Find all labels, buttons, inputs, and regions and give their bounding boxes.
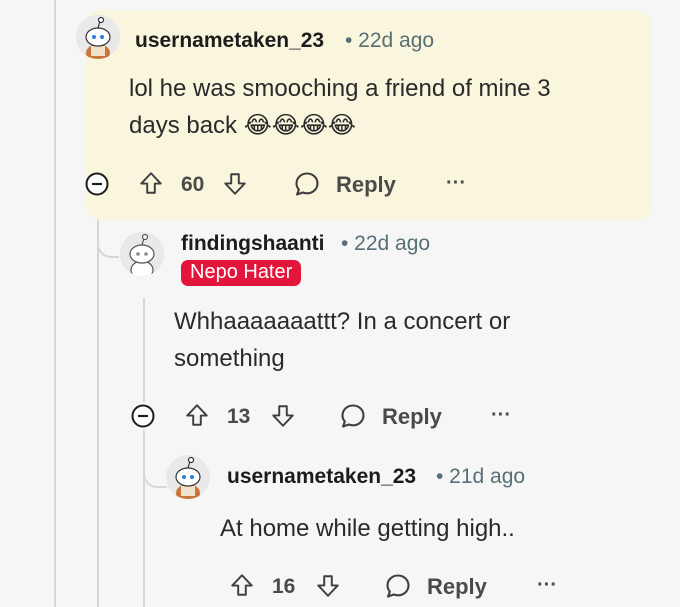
comment-body: Whhaaaaaaattt? In a concert or something (174, 303, 510, 377)
comment-body: At home while getting high.. (220, 510, 515, 547)
comment-author[interactable]: usernametaken_23 (135, 29, 324, 53)
comment-body-line: something (174, 345, 285, 372)
collapse-icon[interactable] (85, 172, 109, 196)
comment-timestamp[interactable]: • 22d ago (341, 232, 430, 256)
thread-line-level0 (54, 0, 56, 607)
comment-author[interactable]: findingshaanti (181, 232, 325, 256)
more-options-icon[interactable]: ··· (491, 404, 511, 427)
upvote-icon[interactable] (184, 402, 210, 428)
vote-count: 60 (181, 173, 205, 196)
comment-body-line: days back 😂😂😂😂 (129, 112, 356, 139)
thread-line-level2 (143, 298, 145, 402)
snoo-avatar-icon (76, 15, 120, 59)
comment-bubble-icon[interactable] (384, 572, 412, 600)
downvote-icon[interactable] (270, 403, 296, 429)
comment-body-line: At home while getting high.. (220, 515, 515, 542)
downvote-icon[interactable] (315, 573, 341, 599)
comment-timestamp[interactable]: • 21d ago (436, 465, 525, 489)
user-flair: Nepo Hater (181, 260, 302, 286)
more-options-icon[interactable]: ··· (537, 574, 557, 597)
downvote-icon[interactable] (222, 171, 248, 197)
snoo-avatar-icon (120, 232, 164, 276)
comment-body: lol he was smooching a friend of mine 3 … (129, 70, 551, 144)
reply-button[interactable]: Reply (336, 172, 396, 198)
more-options-icon[interactable]: ··· (446, 172, 466, 195)
comment-timestamp[interactable]: • 22d ago (345, 29, 434, 53)
comment-bubble-icon[interactable] (293, 170, 321, 198)
avatar[interactable] (120, 232, 164, 276)
thread-line-level1 (97, 196, 99, 607)
vote-count: 16 (272, 575, 296, 598)
avatar[interactable] (76, 15, 120, 59)
reply-button[interactable]: Reply (382, 404, 442, 430)
avatar[interactable] (166, 455, 210, 499)
comment-body-line: lol he was smooching a friend of mine 3 (129, 75, 551, 102)
snoo-avatar-icon (166, 455, 210, 499)
comment-body-line: Whhaaaaaaattt? In a concert or (174, 308, 511, 335)
comment-bubble-icon[interactable] (339, 402, 367, 430)
vote-count: 13 (227, 405, 251, 428)
collapse-icon[interactable] (131, 404, 155, 428)
reply-button[interactable]: Reply (427, 574, 487, 600)
upvote-icon[interactable] (138, 170, 164, 196)
thread-branch-level2 (143, 440, 167, 488)
upvote-icon[interactable] (229, 572, 255, 598)
comment-author[interactable]: usernametaken_23 (227, 465, 416, 489)
